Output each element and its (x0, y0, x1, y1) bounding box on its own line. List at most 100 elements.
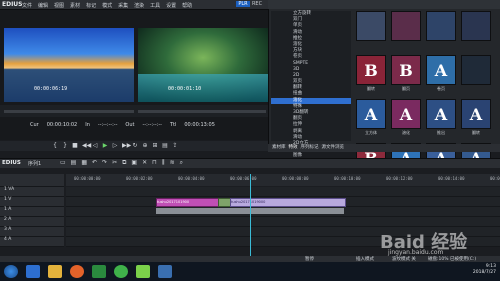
player-monitor[interactable]: 00:00:06:19 (4, 28, 134, 102)
timeline-logo: EDIUS (2, 160, 21, 166)
menu-marker[interactable]: 标记 (86, 2, 96, 9)
wechat-icon[interactable] (114, 265, 128, 278)
loop-icon[interactable]: ↻ (132, 143, 138, 149)
track-1a[interactable] (66, 207, 500, 217)
effect-thumbnail[interactable]: A 推出 (426, 99, 456, 139)
menu-tools[interactable]: 工具 (150, 2, 160, 9)
firefox-icon[interactable] (70, 265, 84, 278)
effect-preview-icon: A (391, 99, 421, 129)
player-slider[interactable] (4, 110, 134, 113)
rec-button[interactable]: REC (250, 1, 264, 7)
clip-2[interactable]: tushu20171019000 (230, 198, 346, 207)
track-1v[interactable]: tushu2017101900 tushu20171019000 (66, 197, 500, 207)
effect-caption: 翻转 (367, 86, 375, 91)
tab-source-browser[interactable]: 源文件浏览 (322, 144, 345, 152)
undo-icon[interactable]: ↶ (92, 159, 97, 166)
insert-icon[interactable]: ⊕ (142, 143, 148, 149)
menu-render[interactable]: 渲染 (134, 2, 144, 9)
step-forward-icon[interactable]: ▷ (112, 143, 118, 149)
explorer-icon[interactable] (48, 265, 62, 278)
track-header-1va[interactable]: 1 VA (0, 187, 64, 197)
track-header-2a[interactable]: 2 A (0, 217, 64, 227)
step-back-icon[interactable]: ◁ (92, 143, 98, 149)
ruler-tick-label: 00:00:16:00 (490, 176, 500, 181)
ruler-tick-label: 00:00:02:00 (126, 176, 153, 181)
track-header-1v[interactable]: 1 V (0, 197, 64, 207)
ttl-value: 00:00:13:05 (184, 122, 215, 128)
media-player-icon[interactable] (92, 265, 106, 278)
plr-button[interactable]: PLR (236, 1, 250, 7)
ruler-tick-label: 00:00:00:00 (74, 176, 101, 181)
menu-capture[interactable]: 采集 (118, 2, 128, 9)
effect-preview-icon (426, 11, 456, 41)
set-in-icon[interactable]: { (52, 143, 58, 149)
tab-effects[interactable]: 特效 (289, 144, 298, 152)
in-label: In (85, 122, 90, 128)
effect-thumbnail[interactable]: B 翻转 (356, 55, 386, 95)
menu-file[interactable]: 文件 (22, 2, 32, 9)
ripple-icon[interactable]: ≋ (170, 159, 175, 166)
windows-taskbar: 9:13 2018/7/27 (0, 262, 500, 281)
recorder-slider[interactable] (138, 110, 266, 113)
zoom-icon[interactable]: ⌕ (180, 159, 183, 166)
new-sequence-icon[interactable]: ▭ (60, 159, 66, 166)
menu-bar: EDIUS 文件 编辑 视图 素材 标记 模式 采集 渲染 工具 设置 帮助 P… (0, 0, 268, 10)
export-icon[interactable]: ⇪ (172, 143, 178, 149)
tab-markers[interactable]: 序列标记 (301, 144, 319, 152)
sequence-name[interactable]: 序列1 (28, 160, 41, 167)
render-icon[interactable]: ▤ (162, 143, 168, 149)
menu-clip[interactable]: 素材 (70, 2, 80, 9)
paste-icon[interactable]: ▣ (131, 159, 137, 166)
effect-thumbnail[interactable] (461, 11, 491, 51)
edius-taskbar-icon[interactable] (136, 265, 150, 278)
rewind-icon[interactable]: ◀◀ (82, 143, 91, 149)
overwrite-icon[interactable]: ⊞ (152, 143, 158, 149)
cut-icon[interactable]: ✂ (112, 159, 117, 166)
effect-preview-icon: A (461, 99, 491, 129)
effect-thumbnail[interactable] (356, 11, 386, 51)
fast-forward-icon[interactable]: ▶▶ (122, 143, 131, 149)
effect-thumbnail[interactable] (426, 11, 456, 51)
track-header-4a[interactable]: 4 A (0, 237, 64, 247)
recorder-monitor[interactable]: 00:00:01:10 (138, 28, 268, 102)
ie-icon[interactable] (26, 265, 40, 278)
track-header-3a[interactable]: 3 A (0, 227, 64, 237)
menu-mode[interactable]: 模式 (102, 2, 112, 9)
effect-thumbnail[interactable]: A 立方体 (356, 99, 386, 139)
clip-1[interactable]: tushu2017101900 (156, 198, 220, 207)
split-icon[interactable]: ⫼ (162, 159, 165, 166)
effect-thumbnail[interactable] (461, 55, 491, 95)
open-icon[interactable]: ▤ (71, 159, 77, 166)
snap-icon[interactable]: ⊓ (152, 159, 157, 166)
delete-icon[interactable]: ✕ (142, 159, 147, 166)
track-header-1a[interactable]: 1 A (0, 207, 64, 217)
water-reflection (138, 74, 268, 102)
effect-thumbnail[interactable]: A 溶化 (391, 99, 421, 139)
timeline-ruler[interactable]: 00:00:00:00 00:00:02:00 00:00:04:00 00:00:0… (66, 174, 500, 186)
effect-thumbnail[interactable]: B 翻页 (391, 55, 421, 95)
track-1va[interactable] (66, 187, 500, 197)
menu-view[interactable]: 视图 (54, 2, 64, 9)
start-button-icon[interactable] (4, 265, 18, 278)
effect-thumbnail[interactable]: A 卷页 (426, 55, 456, 95)
copy-icon[interactable]: ⧉ (122, 159, 126, 166)
menu-settings[interactable]: 设置 (166, 2, 176, 9)
effect-thumbnail[interactable]: A 翻转 (461, 99, 491, 139)
menu-items: 文件 编辑 视图 素材 标记 模式 采集 渲染 工具 设置 帮助 (22, 2, 192, 9)
tab-bin[interactable]: 素材库 (272, 144, 286, 152)
track-2a[interactable] (66, 217, 500, 227)
menu-edit[interactable]: 编辑 (38, 2, 48, 9)
timeline-playhead[interactable] (250, 174, 251, 256)
save-icon[interactable]: ▦ (81, 159, 87, 166)
set-out-icon[interactable]: } (62, 143, 68, 149)
effect-thumbnail[interactable] (391, 11, 421, 51)
stop-icon[interactable]: ■ (72, 143, 78, 149)
menu-help[interactable]: 帮助 (182, 2, 192, 9)
play-icon[interactable]: ▶ (102, 143, 108, 149)
cur-value: 00:00:10:02 (46, 122, 78, 128)
effect-caption: 溶化 (402, 130, 410, 135)
app-taskbar-icon[interactable] (158, 265, 172, 278)
redo-icon[interactable]: ↷ (102, 159, 107, 166)
ruler-tick-label: 00:00:14:00 (438, 176, 465, 181)
effects-tree: 立方旋转 双门 单页 滑动 推拉 溶化 方块 卷页 SMPTE 3D 2D 双页 翻转 扭曲 溶化 特殊 3D翻… (271, 11, 351, 220)
